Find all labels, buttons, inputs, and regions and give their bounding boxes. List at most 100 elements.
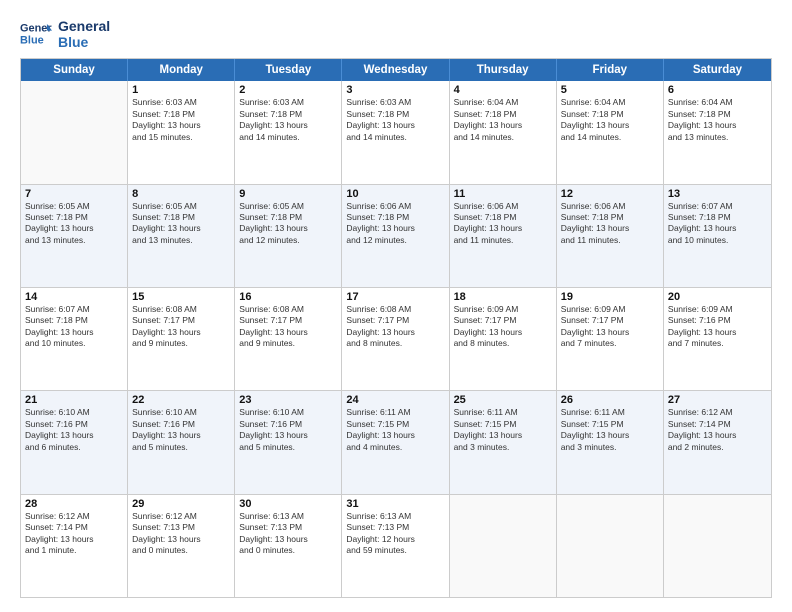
calendar-body: 1Sunrise: 6:03 AMSunset: 7:18 PMDaylight… xyxy=(21,81,771,597)
day-cell-11: 11Sunrise: 6:06 AMSunset: 7:18 PMDayligh… xyxy=(450,185,557,287)
day-cell-23: 23Sunrise: 6:10 AMSunset: 7:16 PMDayligh… xyxy=(235,391,342,493)
weekday-header-saturday: Saturday xyxy=(664,59,771,81)
day-cell-30: 30Sunrise: 6:13 AMSunset: 7:13 PMDayligh… xyxy=(235,495,342,597)
day-number: 3 xyxy=(346,84,444,96)
weekday-header-tuesday: Tuesday xyxy=(235,59,342,81)
day-info: Sunrise: 6:12 AMSunset: 7:14 PMDaylight:… xyxy=(25,511,123,557)
day-number: 26 xyxy=(561,394,659,406)
empty-cell-0-0 xyxy=(21,81,128,183)
day-info: Sunrise: 6:03 AMSunset: 7:18 PMDaylight:… xyxy=(239,97,337,143)
calendar-row-0: 1Sunrise: 6:03 AMSunset: 7:18 PMDaylight… xyxy=(21,81,771,184)
calendar: SundayMondayTuesdayWednesdayThursdayFrid… xyxy=(20,58,772,598)
day-number: 19 xyxy=(561,291,659,303)
day-cell-13: 13Sunrise: 6:07 AMSunset: 7:18 PMDayligh… xyxy=(664,185,771,287)
day-cell-17: 17Sunrise: 6:08 AMSunset: 7:17 PMDayligh… xyxy=(342,288,449,390)
empty-cell-4-5 xyxy=(557,495,664,597)
day-info: Sunrise: 6:04 AMSunset: 7:18 PMDaylight:… xyxy=(668,97,767,143)
day-info: Sunrise: 6:07 AMSunset: 7:18 PMDaylight:… xyxy=(25,304,123,350)
day-number: 1 xyxy=(132,84,230,96)
day-number: 13 xyxy=(668,188,767,200)
empty-cell-4-4 xyxy=(450,495,557,597)
weekday-header-thursday: Thursday xyxy=(450,59,557,81)
weekday-header-monday: Monday xyxy=(128,59,235,81)
day-info: Sunrise: 6:13 AMSunset: 7:13 PMDaylight:… xyxy=(346,511,444,557)
day-info: Sunrise: 6:05 AMSunset: 7:18 PMDaylight:… xyxy=(25,201,123,247)
day-number: 21 xyxy=(25,394,123,406)
calendar-header: SundayMondayTuesdayWednesdayThursdayFrid… xyxy=(21,59,771,81)
svg-text:Blue: Blue xyxy=(20,34,44,46)
day-number: 9 xyxy=(239,188,337,200)
logo-blue: Blue xyxy=(58,34,110,50)
day-info: Sunrise: 6:04 AMSunset: 7:18 PMDaylight:… xyxy=(561,97,659,143)
logo-general: General xyxy=(58,18,110,34)
day-info: Sunrise: 6:09 AMSunset: 7:17 PMDaylight:… xyxy=(561,304,659,350)
day-info: Sunrise: 6:09 AMSunset: 7:17 PMDaylight:… xyxy=(454,304,552,350)
day-info: Sunrise: 6:12 AMSunset: 7:13 PMDaylight:… xyxy=(132,511,230,557)
day-number: 22 xyxy=(132,394,230,406)
day-cell-5: 5Sunrise: 6:04 AMSunset: 7:18 PMDaylight… xyxy=(557,81,664,183)
day-info: Sunrise: 6:08 AMSunset: 7:17 PMDaylight:… xyxy=(239,304,337,350)
day-info: Sunrise: 6:09 AMSunset: 7:16 PMDaylight:… xyxy=(668,304,767,350)
day-info: Sunrise: 6:06 AMSunset: 7:18 PMDaylight:… xyxy=(561,201,659,247)
day-cell-15: 15Sunrise: 6:08 AMSunset: 7:17 PMDayligh… xyxy=(128,288,235,390)
day-info: Sunrise: 6:05 AMSunset: 7:18 PMDaylight:… xyxy=(132,201,230,247)
day-info: Sunrise: 6:05 AMSunset: 7:18 PMDaylight:… xyxy=(239,201,337,247)
day-number: 28 xyxy=(25,498,123,510)
day-cell-7: 7Sunrise: 6:05 AMSunset: 7:18 PMDaylight… xyxy=(21,185,128,287)
day-info: Sunrise: 6:10 AMSunset: 7:16 PMDaylight:… xyxy=(239,407,337,453)
logo: General Blue General Blue xyxy=(20,18,110,50)
day-cell-22: 22Sunrise: 6:10 AMSunset: 7:16 PMDayligh… xyxy=(128,391,235,493)
day-number: 5 xyxy=(561,84,659,96)
day-cell-1: 1Sunrise: 6:03 AMSunset: 7:18 PMDaylight… xyxy=(128,81,235,183)
day-info: Sunrise: 6:08 AMSunset: 7:17 PMDaylight:… xyxy=(346,304,444,350)
day-number: 17 xyxy=(346,291,444,303)
calendar-row-2: 14Sunrise: 6:07 AMSunset: 7:18 PMDayligh… xyxy=(21,288,771,391)
day-number: 24 xyxy=(346,394,444,406)
day-number: 29 xyxy=(132,498,230,510)
day-number: 31 xyxy=(346,498,444,510)
day-info: Sunrise: 6:10 AMSunset: 7:16 PMDaylight:… xyxy=(132,407,230,453)
day-info: Sunrise: 6:07 AMSunset: 7:18 PMDaylight:… xyxy=(668,201,767,247)
day-cell-2: 2Sunrise: 6:03 AMSunset: 7:18 PMDaylight… xyxy=(235,81,342,183)
weekday-header-wednesday: Wednesday xyxy=(342,59,449,81)
day-cell-14: 14Sunrise: 6:07 AMSunset: 7:18 PMDayligh… xyxy=(21,288,128,390)
header: General Blue General Blue xyxy=(20,18,772,50)
day-info: Sunrise: 6:06 AMSunset: 7:18 PMDaylight:… xyxy=(346,201,444,247)
day-cell-9: 9Sunrise: 6:05 AMSunset: 7:18 PMDaylight… xyxy=(235,185,342,287)
day-info: Sunrise: 6:11 AMSunset: 7:15 PMDaylight:… xyxy=(346,407,444,453)
day-number: 16 xyxy=(239,291,337,303)
day-info: Sunrise: 6:03 AMSunset: 7:18 PMDaylight:… xyxy=(346,97,444,143)
day-number: 10 xyxy=(346,188,444,200)
day-number: 7 xyxy=(25,188,123,200)
day-cell-24: 24Sunrise: 6:11 AMSunset: 7:15 PMDayligh… xyxy=(342,391,449,493)
day-cell-3: 3Sunrise: 6:03 AMSunset: 7:18 PMDaylight… xyxy=(342,81,449,183)
day-number: 27 xyxy=(668,394,767,406)
weekday-header-sunday: Sunday xyxy=(21,59,128,81)
day-cell-31: 31Sunrise: 6:13 AMSunset: 7:13 PMDayligh… xyxy=(342,495,449,597)
day-cell-6: 6Sunrise: 6:04 AMSunset: 7:18 PMDaylight… xyxy=(664,81,771,183)
day-number: 4 xyxy=(454,84,552,96)
day-cell-4: 4Sunrise: 6:04 AMSunset: 7:18 PMDaylight… xyxy=(450,81,557,183)
calendar-row-1: 7Sunrise: 6:05 AMSunset: 7:18 PMDaylight… xyxy=(21,185,771,288)
logo-icon: General Blue xyxy=(20,20,52,48)
day-cell-21: 21Sunrise: 6:10 AMSunset: 7:16 PMDayligh… xyxy=(21,391,128,493)
day-cell-18: 18Sunrise: 6:09 AMSunset: 7:17 PMDayligh… xyxy=(450,288,557,390)
day-number: 15 xyxy=(132,291,230,303)
day-number: 11 xyxy=(454,188,552,200)
day-number: 18 xyxy=(454,291,552,303)
day-cell-25: 25Sunrise: 6:11 AMSunset: 7:15 PMDayligh… xyxy=(450,391,557,493)
day-number: 25 xyxy=(454,394,552,406)
day-info: Sunrise: 6:03 AMSunset: 7:18 PMDaylight:… xyxy=(132,97,230,143)
day-cell-16: 16Sunrise: 6:08 AMSunset: 7:17 PMDayligh… xyxy=(235,288,342,390)
day-info: Sunrise: 6:11 AMSunset: 7:15 PMDaylight:… xyxy=(561,407,659,453)
day-number: 8 xyxy=(132,188,230,200)
day-number: 23 xyxy=(239,394,337,406)
day-cell-19: 19Sunrise: 6:09 AMSunset: 7:17 PMDayligh… xyxy=(557,288,664,390)
day-number: 2 xyxy=(239,84,337,96)
day-info: Sunrise: 6:06 AMSunset: 7:18 PMDaylight:… xyxy=(454,201,552,247)
day-cell-29: 29Sunrise: 6:12 AMSunset: 7:13 PMDayligh… xyxy=(128,495,235,597)
day-info: Sunrise: 6:11 AMSunset: 7:15 PMDaylight:… xyxy=(454,407,552,453)
day-number: 30 xyxy=(239,498,337,510)
empty-cell-4-6 xyxy=(664,495,771,597)
day-number: 20 xyxy=(668,291,767,303)
